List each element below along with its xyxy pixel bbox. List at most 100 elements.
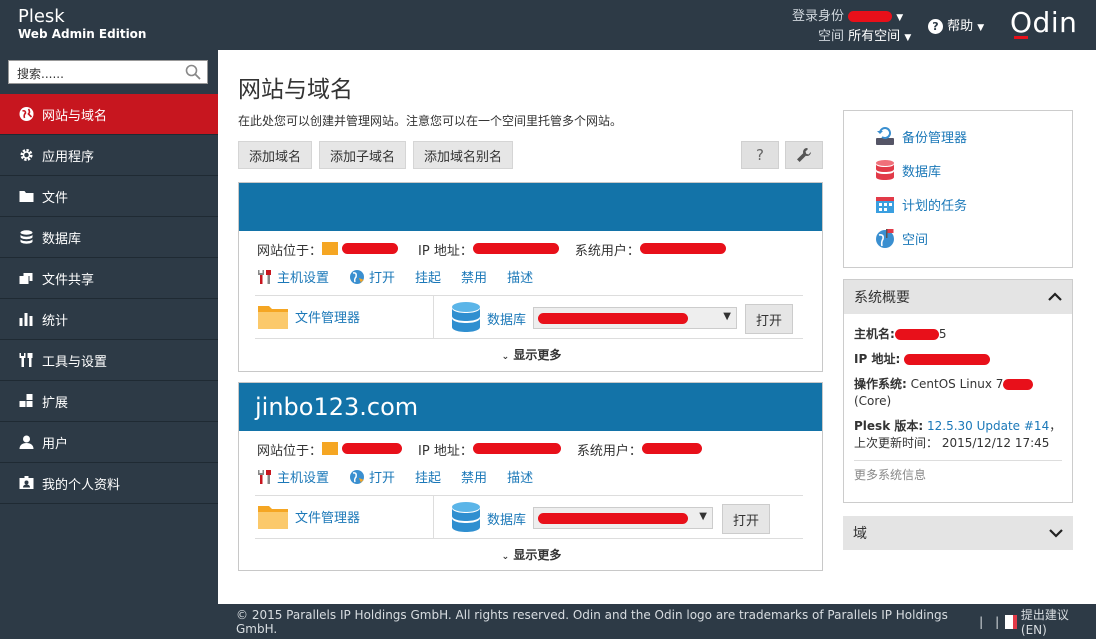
domain-card-header[interactable] bbox=[239, 183, 822, 231]
top-bar: Plesk Web Admin Edition 登录身份 ▼ 空间 所有空间 ▼… bbox=[0, 0, 1096, 50]
chevron-down-icon: ⌄ bbox=[501, 552, 510, 562]
domains-panel-header[interactable]: 域 bbox=[843, 516, 1073, 550]
redacted-database bbox=[538, 313, 688, 324]
chevron-down-icon: ▼ bbox=[904, 33, 912, 43]
backup-manager-label: 备份管理器 bbox=[902, 130, 968, 146]
backup-manager-link[interactable]: 备份管理器 bbox=[844, 119, 1072, 153]
database-select[interactable]: ▼ bbox=[533, 307, 737, 329]
scheduled-tasks-link[interactable]: 计划的任务 bbox=[844, 187, 1072, 221]
sidebar-item-profile[interactable]: 我的个人资料 bbox=[0, 463, 218, 504]
redacted-system-user bbox=[641, 443, 702, 454]
disable-link[interactable]: 禁用 bbox=[461, 467, 487, 486]
space-selector[interactable]: 空间 所有空间 ▼ bbox=[818, 25, 911, 44]
tools-icon bbox=[19, 353, 33, 367]
open-database-button[interactable]: 打开 bbox=[745, 304, 793, 334]
more-system-info-link[interactable]: 更多系统信息 bbox=[854, 460, 1062, 484]
sidebar-item-users[interactable]: 用户 bbox=[0, 422, 218, 463]
subscription-link[interactable]: 空间 bbox=[844, 221, 1072, 255]
sidebar-item-file-sharing[interactable]: 文件共享 bbox=[0, 258, 218, 299]
add-domain-alias-button[interactable]: 添加域名别名 bbox=[413, 141, 514, 169]
databases-link[interactable]: 数据库 bbox=[844, 153, 1072, 187]
sidebar-item-label: 文件 bbox=[42, 190, 69, 206]
help-button[interactable]: ? bbox=[741, 141, 779, 169]
ip-label: IP 地址： bbox=[418, 244, 473, 259]
redacted-path bbox=[342, 243, 399, 254]
sidebar-item-files[interactable]: 文件 bbox=[0, 176, 218, 217]
sidebar-item-label: 应用程序 bbox=[42, 149, 95, 165]
hosting-settings-link[interactable]: 主机设置 bbox=[257, 467, 329, 486]
database-icon bbox=[20, 230, 33, 244]
copyright-text: © 2015 Parallels IP Holdings GmbH. All r… bbox=[236, 607, 948, 636]
description-link[interactable]: 描述 bbox=[507, 267, 533, 286]
folder-icon bbox=[322, 242, 339, 255]
login-identity[interactable]: 登录身份 ▼ bbox=[792, 5, 903, 24]
redacted-hostname bbox=[894, 329, 939, 340]
sidebar-item-label: 我的个人资料 bbox=[42, 477, 121, 493]
wrench-icon bbox=[797, 148, 811, 162]
search-icon[interactable] bbox=[185, 64, 201, 80]
chevron-up-icon[interactable] bbox=[1048, 292, 1062, 302]
file-manager-link[interactable]: 文件管理器 bbox=[257, 302, 360, 330]
open-database-button[interactable]: 打开 bbox=[722, 504, 770, 534]
sidebar-item-applications[interactable]: 应用程序 bbox=[0, 135, 218, 176]
chevron-down-icon: ⌄ bbox=[501, 352, 510, 362]
database-link[interactable]: 数据库 bbox=[451, 301, 526, 335]
domain-name[interactable]: jinbo123.com bbox=[255, 393, 418, 421]
chevron-down-icon: ▼ bbox=[977, 23, 985, 33]
domain-card-header[interactable]: jinbo123.com bbox=[239, 383, 822, 431]
domain-actions: 主机设置 打开 挂起 禁用 描述 bbox=[257, 267, 553, 286]
chevron-down-icon[interactable] bbox=[1049, 528, 1063, 538]
databases-label: 数据库 bbox=[902, 164, 942, 180]
system-overview-header[interactable]: 系统概要 bbox=[844, 280, 1072, 314]
odin-logo-accent bbox=[1014, 36, 1028, 39]
show-more-link[interactable]: ⌄ 显示更多 bbox=[239, 346, 824, 363]
open-label: 打开 bbox=[369, 471, 396, 486]
search-input[interactable]: 搜索...... bbox=[8, 60, 208, 84]
system-overview-title: 系统概要 bbox=[854, 290, 910, 306]
chevron-down-icon: ▼ bbox=[723, 311, 731, 322]
globe-icon bbox=[19, 107, 34, 121]
add-domain-button[interactable]: 添加域名 bbox=[238, 141, 313, 169]
hosting-settings-link[interactable]: 主机设置 bbox=[257, 267, 329, 286]
open-label: 打开 bbox=[369, 271, 396, 286]
redacted-system-user bbox=[639, 243, 726, 254]
suspend-link[interactable]: 挂起 bbox=[415, 467, 441, 486]
footer-separator: | bbox=[979, 614, 984, 629]
sidebar-item-statistics[interactable]: 统计 bbox=[0, 299, 218, 340]
file-manager-label: 文件管理器 bbox=[295, 510, 361, 526]
sidebar-item-databases[interactable]: 数据库 bbox=[0, 217, 218, 258]
logo-title: Plesk bbox=[18, 6, 65, 27]
sidebar-item-label: 工具与设置 bbox=[42, 354, 108, 370]
page-intro: 在此处您可以创建并管理网站。注意您可以在一个空间里托管多个网站。 bbox=[238, 114, 623, 128]
divider bbox=[433, 296, 434, 338]
bar-chart-icon bbox=[19, 313, 33, 326]
ip-row: IP 地址: bbox=[854, 351, 1062, 368]
sidebar-item-tools-settings[interactable]: 工具与设置 bbox=[0, 340, 218, 381]
disable-link[interactable]: 禁用 bbox=[461, 267, 487, 286]
database-icon bbox=[876, 160, 894, 180]
sidebar-item-websites[interactable]: 网站与域名 bbox=[0, 94, 218, 135]
suspend-link[interactable]: 挂起 bbox=[415, 267, 441, 286]
help-menu[interactable]: ? 帮助 ▼ bbox=[928, 15, 984, 34]
plesk-logo[interactable]: Plesk Web Admin Edition bbox=[18, 8, 146, 42]
plesk-version-link[interactable]: 12.5.30 Update #14 bbox=[927, 419, 1049, 433]
open-site-link[interactable]: 打开 bbox=[349, 267, 395, 286]
feedback-link[interactable]: 提出建议 (EN) bbox=[1021, 606, 1096, 637]
database-link[interactable]: 数据库 bbox=[451, 501, 526, 535]
redacted-username bbox=[848, 11, 893, 22]
sidebar-item-extensions[interactable]: 扩展 bbox=[0, 381, 218, 422]
show-more-link[interactable]: ⌄ 显示更多 bbox=[239, 546, 824, 563]
file-manager-link[interactable]: 文件管理器 bbox=[257, 502, 360, 530]
redacted-ip bbox=[472, 243, 559, 254]
footer: © 2015 Parallels IP Holdings GmbH. All r… bbox=[218, 604, 1096, 639]
system-user-label: 系统用户： bbox=[574, 244, 640, 259]
settings-button[interactable] bbox=[785, 141, 823, 169]
tools-icon bbox=[258, 269, 271, 284]
description-link[interactable]: 描述 bbox=[507, 467, 533, 486]
show-more-label: 显示更多 bbox=[513, 548, 562, 562]
database-select[interactable]: ▼ bbox=[533, 507, 713, 529]
puzzle-icon bbox=[19, 394, 33, 407]
add-subdomain-button[interactable]: 添加子域名 bbox=[319, 141, 407, 169]
open-site-link[interactable]: 打开 bbox=[349, 467, 395, 486]
globe-flag-icon bbox=[876, 229, 894, 248]
